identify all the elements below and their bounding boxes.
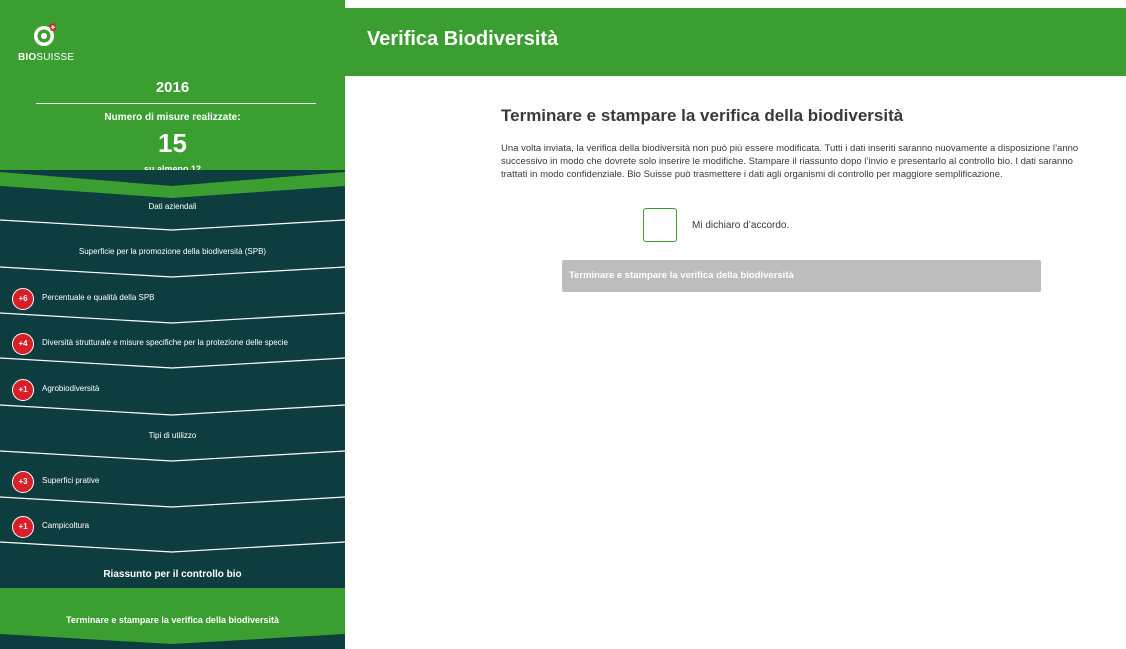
nav-chevron-separators [0, 172, 345, 649]
nav-item-label: Superficie per la promozione della biodi… [78, 247, 267, 256]
agree-label[interactable]: Mi dichiaro d’accordo. [692, 220, 789, 231]
nav-item-label: Diversità strutturale e misure specifich… [42, 338, 288, 347]
main-content: Terminare e stampare la verifica della b… [345, 76, 1126, 649]
points-badge: +1 [12, 379, 34, 401]
sidebar: BIOSUISSE 2016 Numero di misure realizza… [0, 0, 345, 649]
nav-item-label: Tipi di utilizzo [148, 431, 197, 440]
nav-item-label: Campicoltura [42, 521, 90, 530]
points-badge: +1 [12, 516, 34, 538]
nav-item-label: Superfici prative [42, 476, 100, 485]
section-heading: Terminare e stampare la verifica della b… [501, 106, 904, 125]
points-badge: +6 [12, 288, 34, 310]
nav-item-label: Riassunto per il controllo bio [103, 569, 242, 580]
points-badge: +4 [12, 333, 34, 355]
agree-checkbox[interactable] [643, 208, 677, 242]
nav-item-label: Terminare e stampare la verifica della b… [66, 615, 279, 625]
finish-print-button[interactable]: Terminare e stampare la verifica della b… [562, 260, 1041, 292]
page-title: Verifica Biodiversità [367, 28, 559, 50]
info-paragraph: Una volta inviata, la verifica della bio… [501, 143, 1079, 180]
nav-item-label: Dati aziendali [148, 202, 197, 211]
nav-item-label: Percentuale e qualità della SPB [42, 293, 155, 302]
page-header: Verifica Biodiversità [345, 8, 1126, 76]
nav-item-label: Agrobiodiversità [42, 384, 100, 393]
points-badge: +3 [12, 471, 34, 493]
